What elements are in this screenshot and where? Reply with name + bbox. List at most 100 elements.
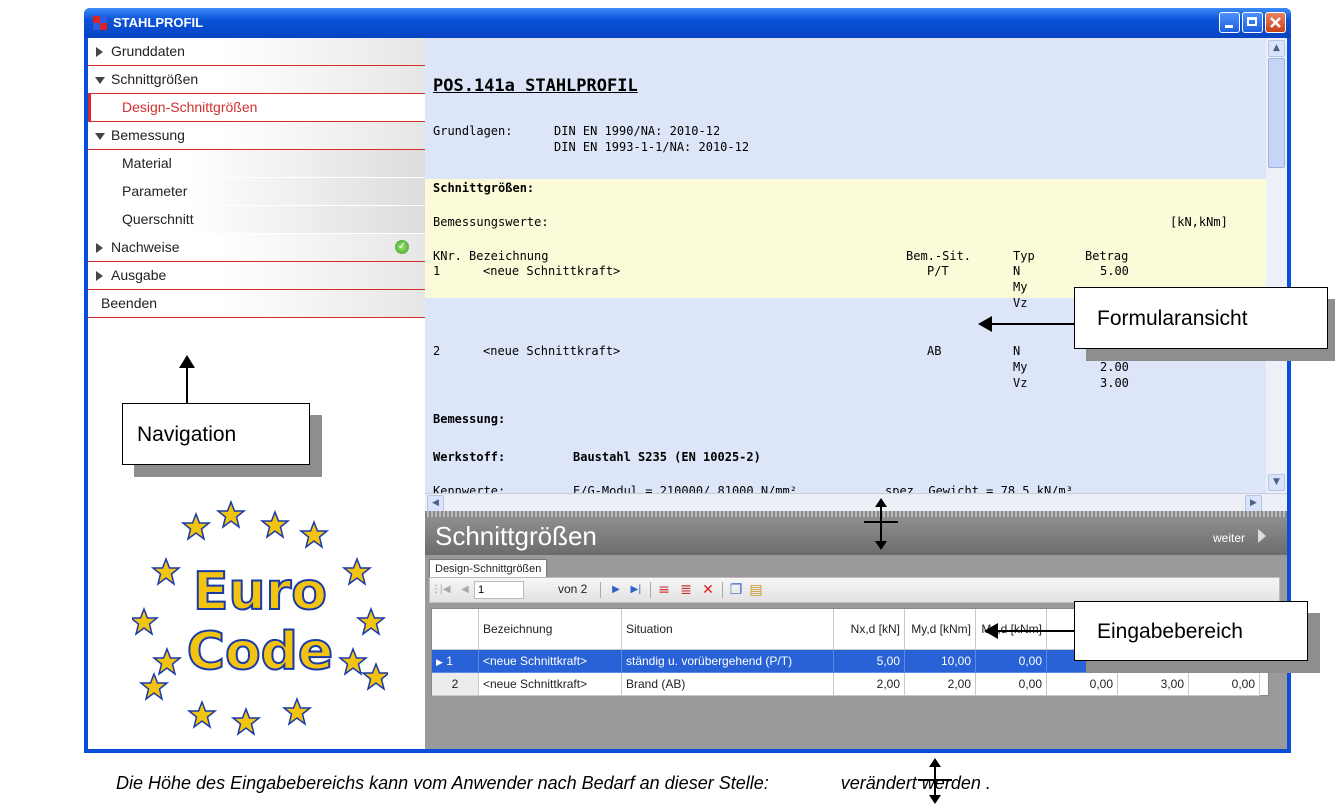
cell-nx[interactable]: 2,00 (833, 672, 905, 696)
maximize-button[interactable] (1242, 12, 1263, 33)
first-record-icon[interactable]: |◀ (437, 582, 453, 598)
panel-title: Schnittgrößen (435, 521, 597, 551)
row-knr: 1 (433, 264, 441, 278)
cell-my[interactable]: 10,00 (904, 649, 976, 673)
nav-item-label: Querschnitt (122, 211, 194, 227)
report-view[interactable]: POS.141a STAHLPROFIL Grundlagen: DIN EN … (425, 38, 1266, 493)
cell-situation[interactable]: ständig u. vorübergehend (P/T) (621, 649, 834, 673)
grid-toolbar: ⋮ |◀ ◀ 1 von 2 ▶ ▶| ≡ ≣ ✕ ❐ ▤ (429, 577, 1280, 603)
kennwerte-extra: spez. Gewicht = 78.5 kN/m³ (885, 484, 1073, 493)
nav-item-beenden[interactable]: Beenden (88, 290, 425, 318)
check-icon: ✓ (395, 240, 409, 254)
werkstoff-label: Werkstoff: (433, 450, 506, 464)
row-betrag: 5.00 (1100, 264, 1129, 278)
cell[interactable]: 3,00 (1117, 672, 1189, 696)
vertical-scrollbar[interactable]: ▲ ▼ (1266, 38, 1287, 493)
nav-item-label: Grunddaten (111, 43, 185, 59)
schnittgroessen-heading: Schnittgrößen: (433, 181, 535, 195)
caption: Die Höhe des Eingabebereichs kann vom An… (116, 773, 991, 794)
nav-item-bemessung[interactable]: Bemessung (88, 122, 425, 150)
arrow-left-icon (984, 623, 998, 639)
active-marker (88, 94, 91, 122)
row-typ: Vz (1013, 296, 1028, 310)
nav-item-label: Beenden (101, 295, 158, 311)
units-label: [kN,kNm] (1170, 215, 1228, 229)
nav-item-design-schnittgroessen[interactable]: Design-Schnittgrößen (88, 94, 425, 122)
delete-row-icon[interactable]: ✕ (700, 582, 716, 598)
col-header-nx[interactable]: Nx,d [kN] (833, 609, 905, 650)
nav-item-label: Schnittgrößen (111, 71, 199, 87)
col-header-situation[interactable]: Situation (621, 609, 834, 650)
table-row[interactable]: 2 <neue Schnittkraft> Brand (AB) 2,00 2,… (432, 672, 1260, 696)
section-highlight (425, 179, 1266, 298)
callout-arrow (990, 323, 1074, 325)
expand-right-icon (96, 243, 103, 253)
scroll-up-icon[interactable]: ▲ (1268, 40, 1285, 57)
window-title: STAHLPROFIL (113, 15, 204, 30)
cell-nx[interactable]: 5,00 (833, 649, 905, 673)
insert-row-icon[interactable]: ≡ (656, 582, 672, 598)
next-arrow-icon[interactable] (1258, 529, 1266, 543)
separator (650, 582, 651, 598)
arrow-left-icon (978, 316, 992, 332)
paste-icon[interactable]: ▤ (748, 582, 764, 598)
copy-icon[interactable]: ❐ (728, 582, 744, 598)
cell-mz[interactable]: 0,00 (975, 649, 1047, 673)
next-button[interactable]: weiter (1213, 531, 1245, 545)
scroll-thumb[interactable] (1268, 58, 1285, 168)
append-row-icon[interactable]: ≣ (678, 582, 694, 598)
cell-bezeichnung[interactable]: <neue Schnittkraft> (478, 649, 622, 673)
cell[interactable]: 0,00 (1188, 672, 1260, 696)
expand-right-icon (96, 271, 103, 281)
nav-item-querschnitt[interactable]: Querschnitt (88, 206, 425, 234)
cell-bezeichnung[interactable]: <neue Schnittkraft> (478, 672, 622, 696)
cell-mz[interactable]: 0,00 (975, 672, 1047, 696)
nav-item-ausgabe[interactable]: Ausgabe (88, 262, 425, 290)
callout-navigation: Navigation (122, 403, 310, 465)
scroll-right-icon[interactable]: ▶ (1245, 495, 1262, 512)
grid-corner-cell (432, 609, 479, 650)
row-bezeichnung: <neue Schnittkraft> (483, 264, 621, 278)
record-position-input[interactable]: 1 (474, 581, 524, 599)
cell[interactable]: 0,00 (1046, 672, 1118, 696)
scroll-left-icon[interactable]: ◀ (427, 495, 444, 512)
close-button[interactable] (1265, 12, 1286, 33)
cell-situation[interactable]: Brand (AB) (621, 672, 834, 696)
kennwerte-value: E/G-Modul = 210000/ 81000 N/mm² (573, 484, 797, 493)
grundlagen-label: Grundlagen: (433, 124, 513, 138)
row-header[interactable]: ▶ 1 (432, 649, 479, 673)
expand-right-icon (96, 47, 103, 57)
scroll-down-icon[interactable]: ▼ (1268, 474, 1285, 491)
nav-item-nachweise[interactable]: Nachweise ✓ (88, 234, 425, 262)
col-header-bezeichnung[interactable]: Bezeichnung (478, 609, 622, 650)
col-header-my[interactable]: My,d [kNm] (904, 609, 976, 650)
col-betrag: Betrag (1085, 249, 1129, 263)
bemessungswerte-label: Bemessungswerte: (433, 215, 549, 229)
eurocode-logo: Euro Code (132, 499, 388, 736)
callout-arrow (186, 364, 188, 403)
nav-item-parameter[interactable]: Parameter (88, 178, 425, 206)
row-betrag: 2.00 (1100, 360, 1129, 374)
row-situation: AB (927, 344, 942, 358)
maximize-icon (1247, 17, 1257, 26)
cell-my[interactable]: 2,00 (904, 672, 976, 696)
row-header[interactable]: 2 (432, 672, 479, 696)
nav-item-material[interactable]: Material (88, 150, 425, 178)
horizontal-scrollbar[interactable]: ◀ ▶ (425, 493, 1287, 512)
tab-design-schnittgroessen[interactable]: Design-Schnittgrößen (429, 559, 548, 578)
nav-item-label: Bemessung (111, 127, 185, 143)
nav-item-schnittgroessen[interactable]: Schnittgrößen (88, 66, 425, 94)
row-typ: My (1013, 360, 1028, 374)
expand-down-icon (95, 133, 105, 140)
row-number: 1 (446, 654, 453, 668)
title-bar[interactable]: STAHLPROFIL (84, 8, 1291, 38)
nav-item-label: Ausgabe (111, 267, 167, 283)
minimize-button[interactable] (1219, 12, 1240, 33)
prev-record-icon[interactable]: ◀ (457, 582, 473, 598)
last-record-icon[interactable]: ▶| (628, 582, 644, 598)
next-record-icon[interactable]: ▶ (608, 582, 624, 598)
record-count-label: von 2 (558, 582, 588, 596)
nav-item-label: Nachweise (111, 239, 180, 255)
nav-item-grunddaten[interactable]: Grunddaten (88, 38, 425, 66)
bemessung-heading: Bemessung: (433, 412, 506, 426)
